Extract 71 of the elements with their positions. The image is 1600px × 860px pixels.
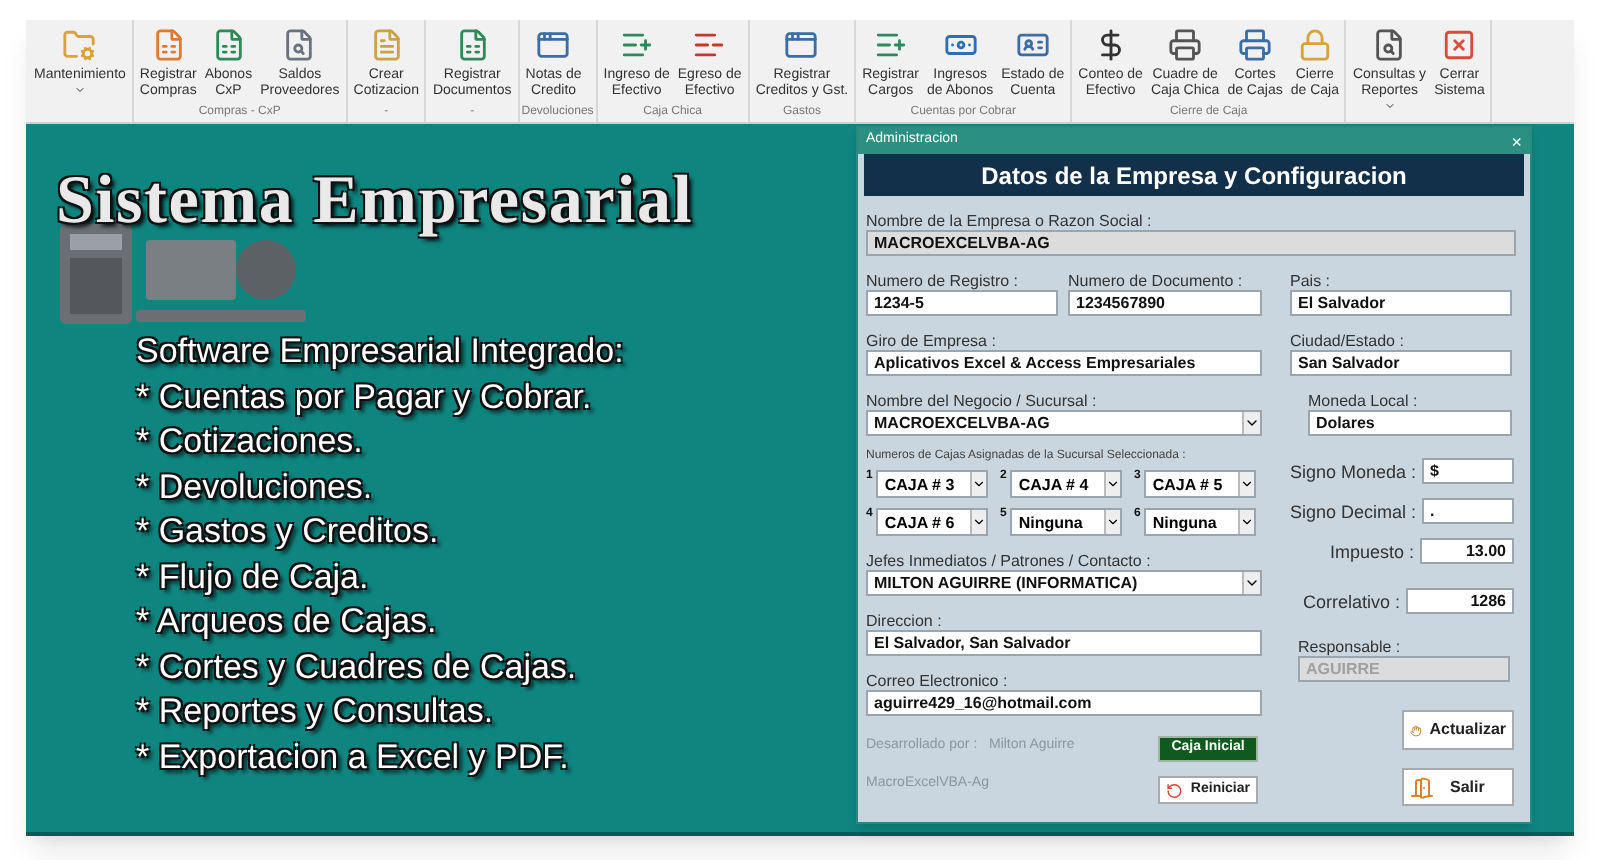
dropdown-field[interactable]: MILTON AGUIRRE (INFORMATICA) [866,570,1262,596]
field-label: Signo Moneda : [1290,461,1417,481]
field-label: Ciudad/Estado : [1290,332,1406,350]
close-button[interactable]: × [1511,131,1522,151]
field-label: Direccion : [866,612,944,630]
document-icon [369,28,404,62]
feature-text: * Cuentas por Pagar y Cobrar. [136,375,592,419]
document-search-icon [282,28,317,62]
field-label: Numero de Registro : [866,272,1021,290]
dialog-header: Datos de la Empresa y Configuracion [864,154,1524,196]
dropdown-field[interactable]: MACROEXCELVBA-AG [866,410,1262,436]
spreadsheet-icon [211,28,246,62]
field-label: Correlativo : [1302,591,1400,611]
input-field[interactable]: MACROEXCELVBA-AG [866,230,1516,256]
dropdown-field[interactable]: CAJA # 4 [1010,470,1123,498]
feature-text: * Devoluciones. [136,465,373,509]
feature-text: * Cotizaciones. [136,420,363,464]
input-field[interactable]: 1234567890 [1068,290,1262,316]
id-card-icon [1015,28,1050,62]
document-search-icon [1372,28,1407,62]
update-button[interactable]: Actualizar [1402,710,1514,750]
input-field[interactable]: Aplicativos Excel & Access Empresariales [866,350,1262,376]
field-label: Correo Electronico : [866,672,1010,690]
field-label: Impuesto : [1329,541,1414,561]
list-plus-icon [619,28,654,62]
exit-button[interactable]: Salir [1402,768,1514,806]
field-label: Nombre del Negocio / Sucursal : [866,392,1099,410]
door-icon [1410,775,1434,799]
printer-icon [1168,28,1203,62]
field-label: Nombre de la Empresa o Razon Social : [866,212,1154,230]
input-field[interactable]: El Salvador, San Salvador [866,630,1262,656]
feature-text: * Exportacion a Excel y PDF. [136,735,569,779]
printer-icon [1238,28,1273,62]
input-field[interactable]: . [1422,498,1514,524]
feature-text: * Gastos y Creditos. [136,510,439,554]
folder-gear-icon [62,28,97,62]
lock-icon [1297,28,1332,62]
input-field[interactable]: aguirre429_16@hotmail.com [866,690,1262,716]
dropdown-field[interactable]: CAJA # 3 [876,470,989,498]
window-icon [784,28,819,62]
input-field[interactable]: El Salvador [1290,290,1512,316]
field-label: Numero de Documento : [1068,272,1245,290]
field-label: Signo Decimal : [1290,501,1417,521]
input-field[interactable]: San Salvador [1290,350,1512,376]
feature-text: * Reportes y Consultas. [136,690,494,734]
field-label: Jefes Inmediatos / Patrones / Contacto : [866,552,1153,570]
field-label: Moneda Local : [1308,392,1420,410]
feature-text: * Arqueos de Cajas. [136,600,437,644]
app-title: Sistema Empresarial [56,164,694,240]
field-label: Giro de Empresa : [866,332,998,350]
feature-text: * Cortes y Cuadres de Cajas. [136,645,577,689]
field-label: Pais : [1290,272,1333,290]
input-field[interactable]: Dolares [1308,410,1512,436]
input-field[interactable]: 1234-5 [866,290,1058,316]
window-icon [536,28,571,62]
dropdown-field[interactable]: CAJA # 5 [1144,470,1257,498]
input-field[interactable]: $ [1422,458,1514,484]
dropdown-field[interactable]: Ninguna [1010,508,1123,536]
refresh-icon [1166,781,1183,799]
close-icon [1442,28,1477,62]
input-field[interactable]: 13.00 [1420,538,1514,564]
spreadsheet-icon [455,28,490,62]
spreadsheet-icon [151,28,186,62]
dropdown-field[interactable]: CAJA # 6 [876,508,989,536]
list-plus-icon [873,28,908,62]
dropdown-field[interactable]: Ninguna [1144,508,1257,536]
input-field[interactable]: 1286 [1406,588,1514,614]
list-minus-icon [692,28,727,62]
feature-text: * Flujo de Caja. [136,555,369,599]
field-label: Responsable : [1298,638,1403,656]
feature-text: Software Empresarial Integrado: [136,330,624,374]
